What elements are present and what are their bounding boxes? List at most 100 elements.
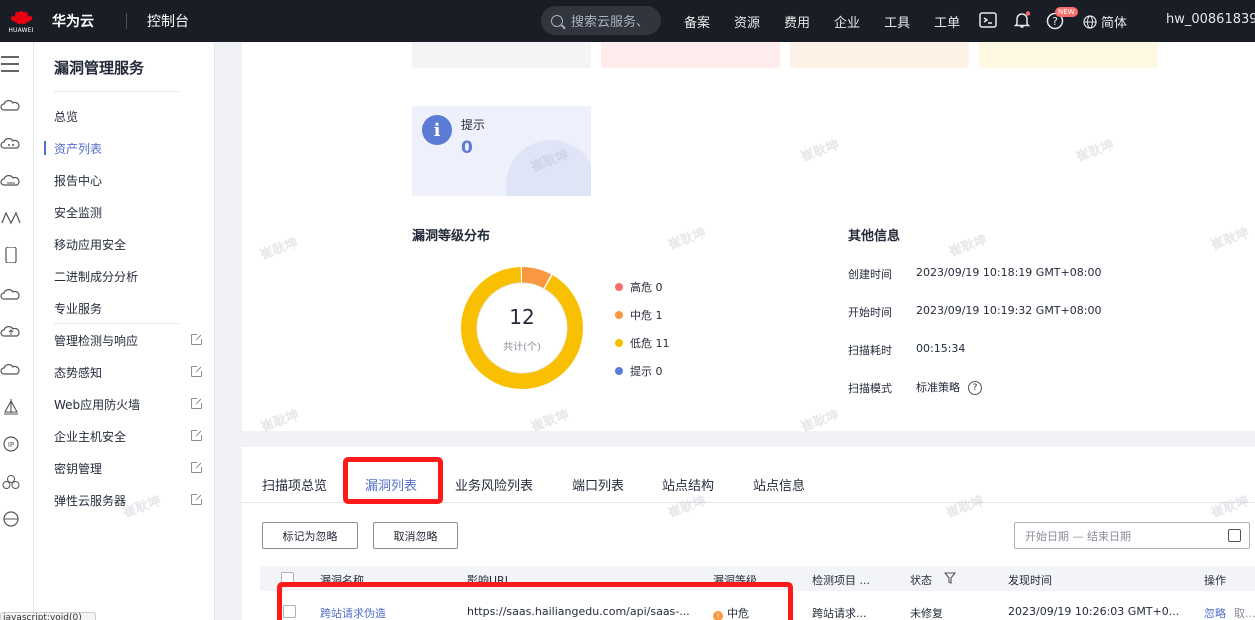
- other-info-title: 其他信息: [848, 229, 901, 244]
- info-dot-icon: [615, 367, 623, 375]
- legend-label: 提示: [630, 365, 652, 378]
- sidebar-item-host-security[interactable]: 企业主机安全: [54, 428, 126, 445]
- sidebar-item-key-management[interactable]: 密钥管理: [54, 460, 102, 477]
- tab-site-structure[interactable]: 站点结构: [662, 475, 714, 494]
- cloud-storage-icon[interactable]: [0, 173, 22, 189]
- duration-value: 00:15:34: [916, 342, 966, 355]
- summary-panel: i 提示 0 漏洞等级分布 12 共计(个) 高危 0 中危 1 低危 11 提…: [242, 42, 1255, 431]
- sidebar-item-overview[interactable]: 总览: [54, 108, 78, 125]
- legend-medium: 中危 1: [615, 307, 663, 323]
- sidebar-item-report-center[interactable]: 报告中心: [54, 172, 102, 189]
- legend-value: 0: [655, 364, 663, 378]
- top-nav: 备案 资源 费用 企业 工具 工单: [684, 0, 984, 42]
- duration-label: 扫描耗时: [848, 344, 892, 357]
- tab-business-risk[interactable]: 业务风险列表: [455, 475, 533, 494]
- network-icon[interactable]: [0, 209, 22, 225]
- language-switch[interactable]: 简体: [1083, 12, 1127, 31]
- cluster-icon[interactable]: [0, 474, 22, 490]
- cloud-service-icon[interactable]: [0, 98, 22, 114]
- sidebar-item-mdr[interactable]: 管理检测与响应: [54, 332, 138, 349]
- global-search[interactable]: 搜索云服务、: [541, 6, 661, 35]
- col-status: 状态: [910, 574, 932, 587]
- cloud-upload-icon[interactable]: [0, 323, 22, 339]
- cancel-ignore-button[interactable]: 取消忽略: [373, 522, 458, 549]
- search-icon: [551, 14, 563, 27]
- info-card-label: 提示: [461, 118, 486, 132]
- nav-tickets[interactable]: 工单: [934, 12, 960, 31]
- info-icon: i: [422, 115, 452, 145]
- scan-mode-label: 扫描模式: [848, 382, 892, 395]
- user-account[interactable]: hw_008618392: [1166, 12, 1255, 27]
- sidebar-item-ecs[interactable]: 弹性云服务器: [54, 492, 126, 509]
- sidebar-item-asset-list[interactable]: 资产列表: [54, 140, 102, 157]
- start-time-label: 开始时间: [848, 306, 892, 319]
- console-link[interactable]: 控制台: [147, 11, 189, 31]
- filter-icon[interactable]: [944, 572, 956, 584]
- search-placeholder: 搜索云服务、: [571, 15, 650, 30]
- brand-name[interactable]: 华为云: [52, 11, 94, 31]
- ip-icon[interactable]: IP: [0, 436, 22, 452]
- topbar-divider: [126, 13, 127, 29]
- tab-site-info[interactable]: 站点信息: [753, 475, 805, 494]
- app-root: HUAWEI 华为云 控制台 搜索云服务、 备案 资源 费用 企业 工具 工单 …: [0, 0, 1255, 620]
- calendar-icon: [1228, 529, 1241, 542]
- tab-scan-overview[interactable]: 扫描项总览: [262, 475, 327, 494]
- www-globe-icon[interactable]: [0, 511, 22, 527]
- legend-label: 高危: [630, 281, 652, 294]
- nav-beian[interactable]: 备案: [684, 12, 710, 31]
- service-title: 漏洞管理服务: [54, 59, 145, 77]
- status-text: 未修复: [910, 607, 943, 620]
- sidebar-item-binary-analysis[interactable]: 二进制成分分析: [54, 268, 138, 285]
- service-icon-rail: IP: [0, 42, 34, 620]
- date-range-picker[interactable]: 开始日期 — 结束日期: [1014, 522, 1250, 549]
- donut-total-label: 共计(个): [503, 342, 541, 353]
- mark-ignore-button[interactable]: 标记为忽略: [262, 522, 358, 549]
- huawei-flower-icon: [9, 9, 34, 26]
- terminal-icon[interactable]: [978, 10, 998, 30]
- scan-mode-value-wrap: 标准策略?: [916, 379, 982, 395]
- cloud-sync-icon[interactable]: [0, 361, 22, 377]
- svg-text:?: ?: [1052, 15, 1058, 28]
- globe-icon: [1083, 14, 1097, 29]
- legend-label: 中危: [630, 309, 652, 322]
- col-check-item[interactable]: 检测项目 ...: [812, 572, 870, 588]
- found-time: 2023/09/19 10:26:03 GMT+0...: [1008, 605, 1180, 618]
- menu-hamburger-icon[interactable]: [1, 56, 19, 72]
- bell-icon[interactable]: [1012, 10, 1032, 30]
- sail-icon[interactable]: [0, 399, 22, 415]
- legend-label: 低危: [630, 337, 652, 350]
- date-range-placeholder: 开始日期 — 结束日期: [1025, 529, 1131, 543]
- sidebar-item-security-monitoring[interactable]: 安全监测: [54, 204, 102, 221]
- sidebar-item-situation-awareness[interactable]: 态势感知: [54, 364, 102, 381]
- start-time-value: 2023/09/19 10:19:32 GMT+08:00: [916, 304, 1102, 317]
- external-link-icon: [191, 333, 203, 345]
- tab-port-list[interactable]: 端口列表: [572, 475, 624, 494]
- cloud-compute-icon[interactable]: [0, 136, 22, 152]
- external-link-icon: [191, 397, 203, 409]
- ignore-action-link[interactable]: 忽略: [1204, 605, 1226, 620]
- nav-tools[interactable]: 工具: [884, 12, 910, 31]
- external-link-icon: [191, 429, 203, 441]
- new-badge: NEW: [1055, 7, 1078, 17]
- menu-divider: [54, 323, 179, 324]
- huawei-logo[interactable]: HUAWEI: [0, 0, 42, 42]
- level-card-high: [412, 42, 591, 68]
- more-action-link[interactable]: 取...: [1234, 605, 1255, 620]
- legend-low: 低危 11: [615, 335, 670, 351]
- legend-info: 提示 0: [615, 363, 663, 379]
- legend-value: 0: [655, 280, 663, 294]
- sidebar-item-waf[interactable]: Web应用防火墙: [54, 396, 140, 413]
- sidebar-item-mobile-app-security[interactable]: 移动应用安全: [54, 236, 126, 253]
- language-label: 简体: [1101, 16, 1128, 31]
- nav-billing[interactable]: 费用: [784, 12, 810, 31]
- nav-resources[interactable]: 资源: [734, 12, 760, 31]
- info-card-value: 0: [461, 138, 473, 158]
- level-card-low: [790, 42, 969, 68]
- nav-enterprise[interactable]: 企业: [834, 12, 860, 31]
- scan-mode-value: 标准策略: [916, 381, 960, 394]
- sidebar-item-pro-services[interactable]: 专业服务: [54, 300, 102, 317]
- cloud-icon[interactable]: [0, 286, 22, 302]
- title-divider: [54, 91, 179, 92]
- mobile-icon[interactable]: [0, 247, 22, 263]
- help-circle-icon[interactable]: ?: [968, 381, 982, 395]
